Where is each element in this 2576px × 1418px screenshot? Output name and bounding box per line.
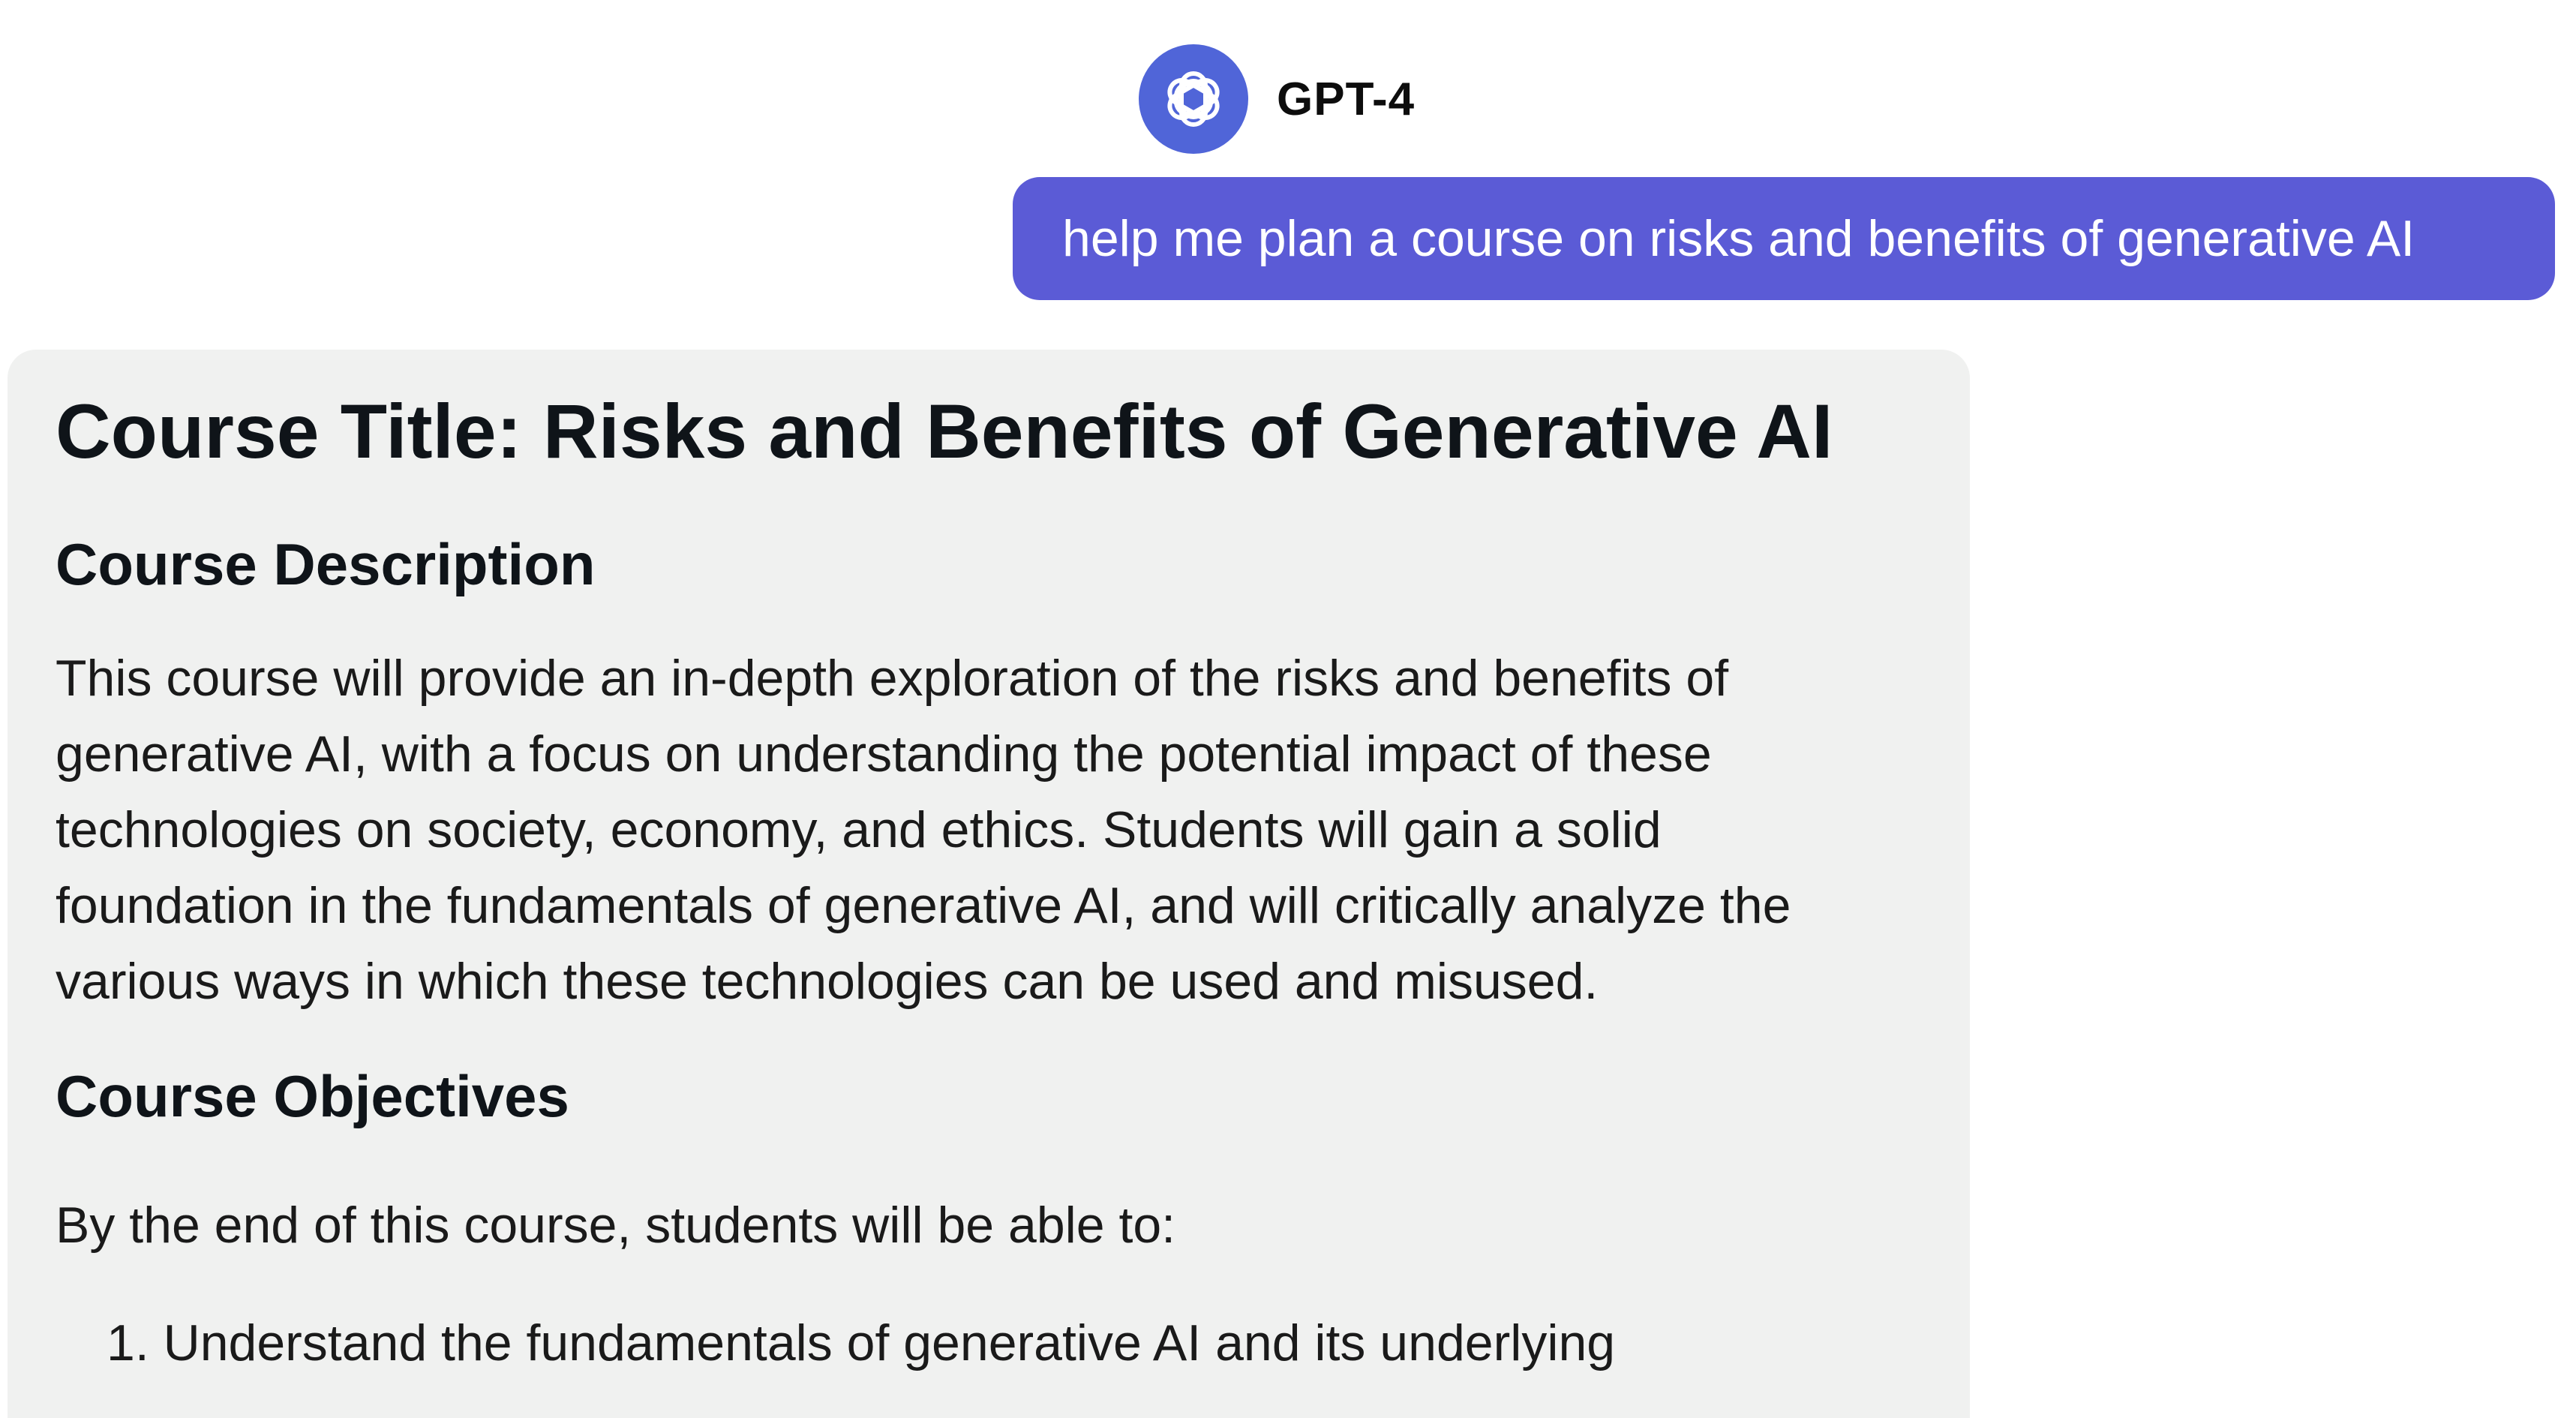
model-avatar (1139, 44, 1248, 154)
description-line: various ways in which these technologies… (56, 952, 1599, 1010)
description-line: technologies on society, economy, and et… (56, 801, 1662, 858)
course-objectives-heading: Course Objectives (56, 1062, 569, 1129)
objective-item: 1. Understand the fundamentals of genera… (107, 1314, 1616, 1371)
chat-view: GPT-4 help me plan a course on risks and… (0, 0, 2576, 1418)
objectives-intro: By the end of this course, students will… (56, 1196, 1176, 1254)
description-line: This course will provide an in-depth exp… (56, 649, 1729, 707)
openai-logo-icon (1167, 71, 1220, 127)
model-header: GPT-4 (1139, 44, 1415, 155)
objectives-list: 1. Understand the fundamentals of genera… (56, 1305, 1922, 1381)
description-line: foundation in the fundamentals of genera… (56, 876, 1791, 934)
user-message-text: help me plan a course on risks and benef… (1062, 210, 2415, 267)
course-description-heading: Course Description (56, 531, 596, 598)
course-description-paragraph: This course will provide an in-depth exp… (56, 641, 1946, 1020)
assistant-response: Course Title: Risks and Benefits of Gene… (8, 350, 1970, 1418)
model-name: GPT-4 (1277, 73, 1416, 125)
user-message-bubble: help me plan a course on risks and benef… (1013, 177, 2555, 300)
course-title: Course Title: Risks and Benefits of Gene… (56, 389, 1833, 474)
description-line: generative AI, with a focus on understan… (56, 725, 1712, 783)
